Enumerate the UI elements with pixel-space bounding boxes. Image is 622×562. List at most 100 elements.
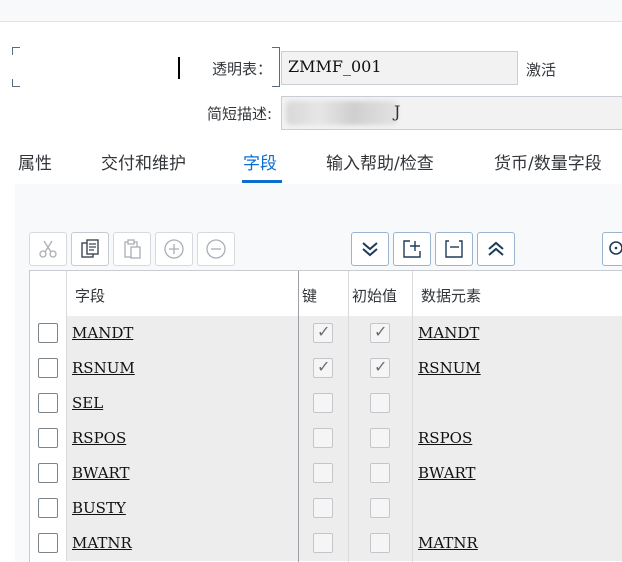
key-checkbox[interactable]	[313, 533, 333, 553]
focus-bracket-top-left	[12, 47, 20, 55]
key-checkbox[interactable]	[313, 393, 333, 413]
column-header-field: 字段	[75, 287, 106, 305]
table-type-label: 透明表：	[211, 60, 272, 78]
row-selector-cell	[30, 386, 67, 421]
remove-column-button[interactable]	[435, 232, 473, 266]
row-data-cells	[67, 386, 622, 421]
table-row[interactable]: MANDT ✓ ✓ MANDT	[30, 316, 622, 351]
row-select-checkbox[interactable]	[38, 428, 58, 448]
key-checkbox[interactable]: ✓	[313, 357, 333, 378]
tab-strip: 属性 交付和维护 字段 输入帮助/检查 货币/数量字段	[0, 145, 622, 181]
initial-value-checkbox[interactable]	[370, 428, 390, 448]
row-select-checkbox[interactable]	[38, 393, 58, 413]
table-name-field[interactable]: ZMMF_001	[281, 51, 518, 85]
cut-button[interactable]	[29, 232, 67, 266]
expand-all-icon	[362, 242, 378, 257]
initial-value-checkbox[interactable]: ✓	[370, 357, 390, 378]
short-description-label: 简短描述:	[206, 105, 272, 123]
focus-bracket-bottom-left	[12, 79, 20, 87]
tab-input-help-check[interactable]: 输入帮助/检查	[326, 149, 434, 174]
row-selector-cell	[30, 491, 67, 526]
table-row[interactable]: BUSTY	[30, 491, 622, 526]
paste-button[interactable]	[113, 232, 151, 266]
field-name-link[interactable]: BWART	[72, 464, 130, 482]
key-checkbox[interactable]: ✓	[313, 322, 333, 343]
row-select-checkbox[interactable]	[38, 358, 58, 378]
table-row[interactable]: MATNR MATNR	[30, 526, 622, 561]
row-data-cells	[67, 351, 622, 386]
field-name-link[interactable]: MATNR	[72, 534, 132, 552]
data-element-link[interactable]: BWART	[418, 464, 476, 482]
initial-value-checkbox[interactable]	[370, 393, 390, 413]
description-visible-char: J	[394, 102, 401, 121]
data-element-link[interactable]: MATNR	[418, 534, 478, 552]
collapse-all-button[interactable]	[477, 232, 515, 266]
tab-fields[interactable]: 字段	[243, 149, 277, 174]
row-data-cells	[67, 456, 622, 491]
search-icon	[609, 241, 622, 255]
field-name-link[interactable]: SEL	[72, 394, 103, 412]
status-text: 激活	[526, 61, 557, 79]
row-select-checkbox[interactable]	[38, 533, 58, 553]
row-data-cells	[67, 526, 622, 561]
row-data-cells	[67, 316, 622, 351]
search-button[interactable]	[602, 232, 622, 266]
focus-bracket-right	[272, 47, 280, 87]
data-element-link[interactable]: RSPOS	[418, 429, 472, 447]
initial-value-checkbox[interactable]	[370, 533, 390, 553]
tab-delivery-maintenance[interactable]: 交付和维护	[101, 149, 186, 174]
column-header-initial: 初始值	[352, 287, 398, 305]
paste-icon	[124, 239, 141, 259]
copy-button[interactable]	[71, 232, 109, 266]
column-separator	[348, 271, 349, 562]
add-row-icon	[403, 240, 421, 258]
expand-all-button[interactable]	[351, 232, 389, 266]
row-selector-cell	[30, 351, 67, 386]
tab-attributes[interactable]: 属性	[18, 149, 52, 174]
key-checkbox[interactable]	[313, 428, 333, 448]
data-element-link[interactable]: RSNUM	[418, 359, 481, 377]
redacted-text	[286, 101, 398, 125]
field-name-link[interactable]: MANDT	[72, 324, 133, 342]
checkmark-icon: ✓	[374, 322, 388, 341]
initial-value-checkbox[interactable]: ✓	[370, 322, 390, 343]
table-row[interactable]: RSNUM ✓ ✓ RSNUM	[30, 351, 622, 386]
row-data-cells	[67, 421, 622, 456]
add-column-button[interactable]	[393, 232, 431, 266]
collapse-all-icon	[488, 241, 504, 256]
row-select-checkbox[interactable]	[38, 498, 58, 518]
insert-row-icon	[164, 239, 184, 259]
checkmark-icon: ✓	[317, 357, 331, 376]
row-select-checkbox[interactable]	[38, 323, 58, 343]
initial-value-checkbox[interactable]	[370, 498, 390, 518]
column-header-data-element: 数据元素	[421, 287, 482, 305]
delete-row-button[interactable]	[197, 232, 235, 266]
initial-value-checkbox[interactable]	[370, 463, 390, 483]
table-row[interactable]: BWART BWART	[30, 456, 622, 491]
row-selector-cell	[30, 316, 67, 351]
checkmark-icon: ✓	[374, 357, 388, 376]
field-name-link[interactable]: BUSTY	[72, 499, 126, 517]
row-select-checkbox[interactable]	[38, 463, 58, 483]
table-row[interactable]: RSPOS RSPOS	[30, 421, 622, 456]
insert-row-button[interactable]	[155, 232, 193, 266]
key-checkbox[interactable]	[313, 463, 333, 483]
cut-icon	[39, 240, 57, 258]
short-description-field[interactable]: J	[281, 96, 622, 130]
row-selector-cell	[30, 526, 67, 561]
row-selector-cell	[30, 456, 67, 491]
field-name-link[interactable]: RSNUM	[72, 359, 135, 377]
field-name-link[interactable]: RSPOS	[72, 429, 126, 447]
fields-table: 字段 键 初始值 数据元素 MANDT ✓ ✓ MANDT RSNUM ✓ ✓ …	[29, 270, 622, 562]
data-element-link[interactable]: MANDT	[418, 324, 479, 342]
window-top-bar	[0, 0, 622, 22]
column-separator-frozen	[298, 271, 299, 562]
key-checkbox[interactable]	[313, 498, 333, 518]
checkmark-icon: ✓	[317, 322, 331, 341]
row-selector-cell	[30, 421, 67, 456]
active-tab-indicator	[242, 180, 282, 183]
text-cursor	[178, 57, 180, 79]
tab-currency-quantity[interactable]: 货币/数量字段	[494, 149, 602, 174]
table-row[interactable]: SEL	[30, 386, 622, 421]
remove-row-icon	[445, 240, 463, 258]
